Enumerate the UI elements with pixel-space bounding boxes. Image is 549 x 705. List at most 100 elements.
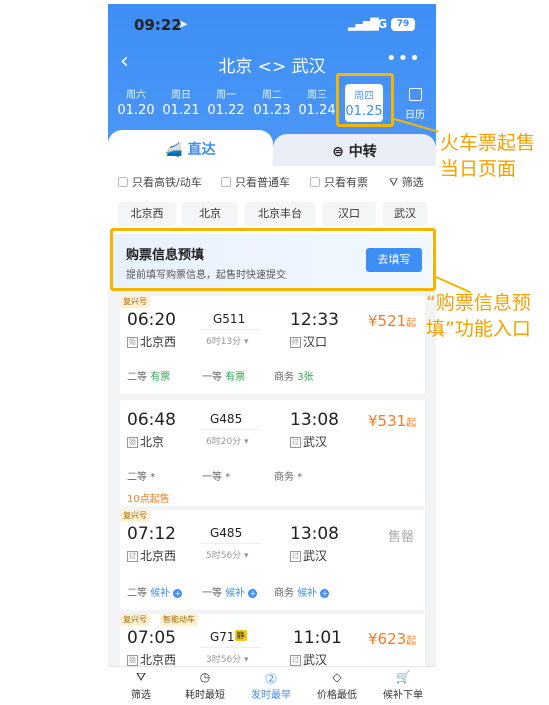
24h-icon: ⓶ (264, 672, 277, 686)
filter-normal[interactable]: 只看普通车 (221, 174, 290, 190)
train-number: G485 (210, 412, 243, 426)
date-item[interactable]: 周六 01.20 (114, 86, 158, 118)
filter-icon: ⛛ (135, 670, 147, 684)
seat-info: 商务 候补 + (274, 584, 330, 599)
tab-direct-label: 直达 (187, 142, 216, 158)
smart-train-badge: 智能动车 (160, 614, 198, 626)
sort-label: 耗时最短 (185, 690, 225, 701)
cart-icon: 🛒 (395, 670, 411, 684)
train-badge: 复兴号 (120, 296, 150, 308)
add-waitlist-icon[interactable]: + (320, 589, 330, 598)
add-waitlist-icon[interactable]: + (173, 589, 183, 598)
bottom-sort-bar: ⛛ 筛选 ◷ 耗时最短 ⓶ 发时最早 ◇ 价格最低 🛒 候补下单 (108, 666, 436, 705)
duration-text: 6时13分 (206, 337, 242, 347)
price: ¥531起 (368, 412, 416, 430)
date-item[interactable]: 周日 01.21 (159, 86, 203, 118)
checkbox-icon (310, 177, 320, 187)
filter-icon: ⛛ (389, 176, 399, 189)
train-card[interactable]: 复兴号 07:12 G485 5时56分 ▾ 13:08 售罄 过北京西 过武汉… (120, 510, 425, 610)
station-name: 北京 (140, 435, 165, 449)
train-list: 复兴号 06:20 G511 6时13分 ▾ 12:33 ¥521起 始北京西 … (108, 290, 436, 674)
highlight-prefill-box (110, 228, 436, 291)
station-chip[interactable]: 北京丰台 (245, 202, 315, 226)
date-item[interactable]: 周三 01.24 (295, 86, 339, 118)
seat-info: 一等 候补 + (202, 584, 258, 599)
annotation-prefill: “购票信息预 填”功能入口 (426, 290, 549, 342)
checkbox-icon (118, 177, 128, 187)
highlight-date-box (336, 73, 394, 127)
battery-icon: 79 (391, 18, 415, 31)
station-chip[interactable]: 汉口 (322, 202, 376, 226)
calendar-button[interactable]: 日历 (400, 86, 430, 121)
seat-availability: 有票 (225, 372, 246, 383)
date-item[interactable]: 周一 01.22 (204, 86, 248, 118)
sort-label: 发时最早 (251, 690, 291, 701)
divider (200, 329, 260, 330)
date: 01.24 (298, 103, 336, 118)
duration: 6时20分 ▾ (206, 437, 249, 447)
arrival-time: 13:08 (290, 410, 339, 430)
departure-time: 07:12 (127, 524, 176, 544)
duration-text: 5时56分 (206, 551, 242, 561)
add-waitlist-icon[interactable]: + (248, 589, 258, 598)
departure-time: 06:20 (127, 310, 176, 330)
checkbox-icon (221, 177, 231, 187)
seat-class: 二等 (127, 472, 147, 483)
seat-class: 一等 (202, 372, 222, 383)
tab-direct[interactable]: 🚄 直达 (108, 130, 273, 166)
date: 01.23 (253, 103, 291, 118)
station-tag: 始 (127, 437, 138, 448)
waitlist-order[interactable]: 🛒 候补下单 (370, 670, 436, 701)
seat-availability: 候补 (225, 588, 246, 599)
more-icon[interactable]: ••• (386, 48, 421, 69)
train-card[interactable]: 复兴号 06:20 G511 6时13分 ▾ 12:33 ¥521起 始北京西 … (120, 296, 425, 394)
train-card[interactable]: 复兴号 智能动车 07:05 G71 静 3时56分 ▾ 11:01 ¥623起… (120, 614, 425, 674)
quiet-car-badge: 静 (234, 630, 247, 641)
duration-text: 6时20分 (206, 437, 242, 447)
sort-shortest[interactable]: ◷ 耗时最短 (172, 670, 238, 701)
filter-highspeed[interactable]: 只看高铁/动车 (118, 174, 202, 190)
seat-info: 一等 有票 (202, 368, 245, 383)
train-badge: 复兴号 (120, 510, 150, 522)
seat-availability: * (225, 472, 231, 483)
divider (200, 543, 260, 544)
price-suffix: 起 (406, 636, 417, 647)
duration: 3时56分 ▾ (206, 655, 249, 665)
date-item[interactable]: 周二 01.23 (250, 86, 294, 118)
station-tag: 过 (290, 551, 301, 562)
station-name: 武汉 (303, 653, 328, 667)
sort-filter[interactable]: ⛛ 筛选 (108, 670, 174, 701)
weekday: 周二 (262, 90, 282, 101)
date: 01.22 (207, 103, 245, 118)
tab-transfer-label: 中转 (348, 144, 377, 160)
price-suffix: 起 (406, 418, 417, 429)
price: ¥521起 (368, 312, 416, 330)
status-bar: 09:22 ➤ ▂▄▆█ 5G 79 (108, 16, 436, 36)
to-station: 终汉口 (290, 333, 327, 350)
station-tag: 过 (127, 551, 138, 562)
station-chip[interactable]: 北京西 (118, 202, 176, 226)
weekday: 周日 (171, 90, 191, 101)
station-name: 汉口 (303, 335, 328, 349)
network-type: 5G (369, 17, 388, 31)
filter-button[interactable]: ⛛ 筛选 (389, 174, 424, 190)
seat-info: 二等 候补 + (127, 584, 183, 599)
duration: 5时56分 ▾ (206, 551, 249, 561)
tab-transfer[interactable]: ⊜ 中转 (273, 134, 436, 166)
train-number: G485 (210, 526, 243, 540)
filter-available[interactable]: 只看有票 (310, 174, 368, 190)
station-chip[interactable]: 武汉 (383, 202, 427, 226)
weekday: 周三 (307, 90, 327, 101)
station-tag: 始 (127, 337, 138, 348)
annotation-sale-day: 火车票起售 当日页面 (440, 130, 535, 182)
sort-cheapest[interactable]: ◇ 价格最低 (304, 670, 370, 701)
filter-label: 只看高铁/动车 (132, 176, 202, 189)
station-name: 北京西 (140, 549, 177, 563)
sort-earliest[interactable]: ⓶ 发时最早 (238, 670, 304, 701)
arrival-time: 13:08 (290, 524, 339, 544)
station-chip[interactable]: 北京 (182, 202, 238, 226)
duration: 6时13分 ▾ (206, 337, 249, 347)
annotation-line: 当日页面 (440, 158, 517, 180)
seat-class: 商务 (274, 472, 294, 483)
train-card[interactable]: 06:48 G485 6时20分 ▾ 13:08 ¥531起 始北京 过武汉 二… (120, 400, 425, 506)
